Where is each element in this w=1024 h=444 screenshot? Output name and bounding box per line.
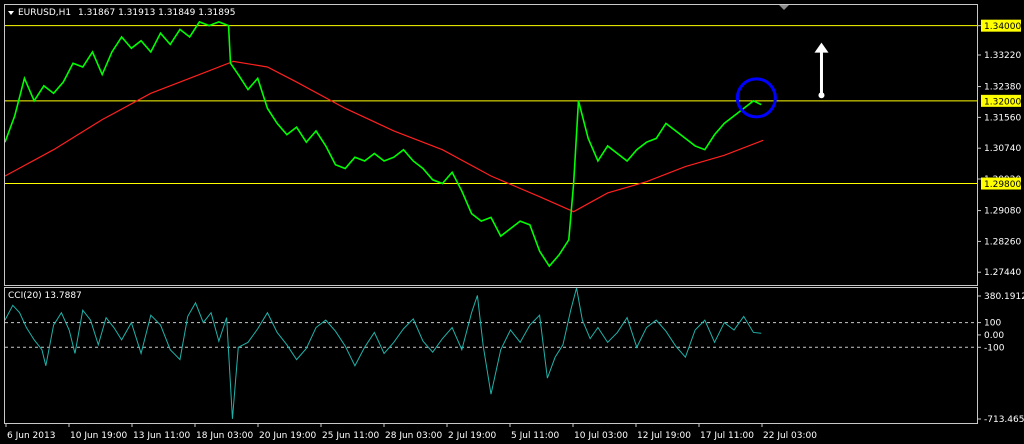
highlight-circle[interactable] <box>735 77 777 119</box>
time-tick-label: 10 Jun 19:00 <box>70 431 127 441</box>
price-tick-label: 1.32380 <box>984 83 1021 93</box>
time-tick-label: 5 Jul 11:00 <box>511 431 560 441</box>
time-tick-label: 12 Jul 19:00 <box>637 431 691 441</box>
cci-level-lines <box>5 322 977 348</box>
main-chart-frame <box>4 4 978 286</box>
price-tick-label: 1.28260 <box>984 237 1021 247</box>
chart-symbol-title: EURUSD,H1 <box>18 8 71 18</box>
time-axis: 6 Jun 2013 10 Jun 19:00 13 Jun 11:00 18 Jun… <box>5 423 817 441</box>
price-tick-label: 1.27440 <box>984 268 1021 278</box>
time-tick-label: 28 Jun 03:00 <box>385 431 442 441</box>
cci-tick-label: 0.00 <box>984 331 1004 341</box>
time-tick-label: 22 Jul 03:00 <box>763 431 817 441</box>
time-tick-label: 17 Jul 11:00 <box>700 431 754 441</box>
cci-indicator-label: CCI(20) 13.7887 <box>8 291 82 301</box>
moving-average-line[interactable] <box>5 60 764 213</box>
scroll-marker-icon[interactable] <box>779 5 789 10</box>
level-label: 1.34000 <box>984 22 1021 32</box>
cci-panel-frame <box>4 287 978 424</box>
time-tick-label: 20 Jun 19:00 <box>259 431 316 441</box>
price-line[interactable] <box>5 20 762 268</box>
time-tick-label: 13 Jun 11:00 <box>133 431 190 441</box>
cci-line[interactable] <box>5 288 762 419</box>
time-tick-label: 25 Jun 11:00 <box>322 431 379 441</box>
time-tick-label: 10 Jul 03:00 <box>574 431 628 441</box>
price-tick-label: 1.33220 <box>984 51 1021 61</box>
cci-tick-label: -100 <box>984 343 1005 353</box>
cci-axis: 380.1912 100 0.00 -100 -713.4653 <box>977 292 1024 425</box>
arrow-up-icon[interactable] <box>814 42 829 99</box>
chart-ohlc-values: 1.31867 1.31913 1.31849 1.31895 <box>78 8 235 18</box>
time-tick-label: 18 Jun 03:00 <box>196 431 253 441</box>
cci-tick-label: -713.4653 <box>984 415 1024 425</box>
chart-window[interactable]: 1.340001.332201.323801.315601.307401.299… <box>0 0 1024 444</box>
cci-tick-label: 380.1912 <box>984 292 1024 302</box>
price-tick-label: 1.30740 <box>984 144 1021 154</box>
level-label: 1.29800 <box>984 180 1021 190</box>
level-label: 1.32000 <box>984 97 1021 107</box>
price-axis: 1.340001.332201.323801.315601.307401.299… <box>977 22 1021 278</box>
triangle-down-icon[interactable] <box>8 11 14 15</box>
level-lines[interactable] <box>5 25 977 185</box>
price-tick-label: 1.31560 <box>984 113 1021 123</box>
time-tick-label: 2 Jul 19:00 <box>448 431 497 441</box>
cci-tick-label: 100 <box>984 319 1001 329</box>
level-labels: 1.34000 1.32000 1.29800 <box>981 19 1021 190</box>
time-tick-label: 6 Jun 2013 <box>7 431 55 441</box>
price-tick-label: 1.29080 <box>984 207 1021 217</box>
